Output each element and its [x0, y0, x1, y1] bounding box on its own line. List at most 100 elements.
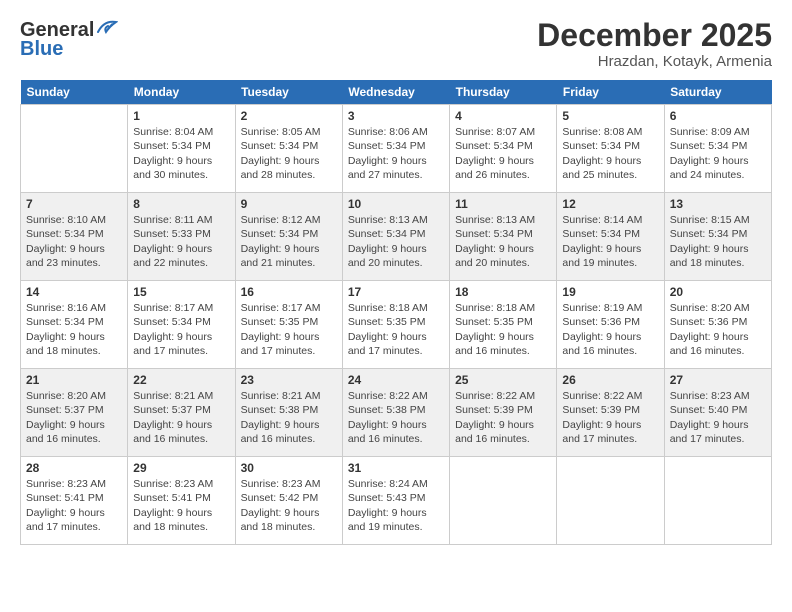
day-info: Sunrise: 8:21 AMSunset: 5:37 PMDaylight:…	[133, 389, 229, 446]
day-info: Sunrise: 8:18 AMSunset: 5:35 PMDaylight:…	[455, 301, 551, 358]
calendar-cell: 5 Sunrise: 8:08 AMSunset: 5:34 PMDaylight…	[557, 105, 664, 193]
calendar-cell: 28 Sunrise: 8:23 AMSunset: 5:41 PMDayligh…	[21, 457, 128, 545]
calendar-cell	[557, 457, 664, 545]
calendar-cell: 7Sunrise: 8:10 AMSunset: 5:34 PMDaylight…	[21, 193, 128, 281]
calendar-week-2: 14 Sunrise: 8:16 AMSunset: 5:34 PMDayligh…	[21, 281, 772, 369]
day-info: Sunrise: 8:22 AMSunset: 5:39 PMDaylight:…	[455, 389, 551, 446]
calendar-week-0: 1 Sunrise: 8:04 AMSunset: 5:34 PMDaylight…	[21, 105, 772, 193]
day-number: 19	[562, 285, 658, 299]
calendar-week-1: 7Sunrise: 8:10 AMSunset: 5:34 PMDaylight…	[21, 193, 772, 281]
calendar-cell: 14 Sunrise: 8:16 AMSunset: 5:34 PMDayligh…	[21, 281, 128, 369]
day-number: 22	[133, 373, 229, 387]
day-number: 8	[133, 197, 229, 211]
day-info: Sunrise: 8:20 AMSunset: 5:36 PMDaylight:…	[670, 301, 766, 358]
calendar-cell: 18 Sunrise: 8:18 AMSunset: 5:35 PMDayligh…	[450, 281, 557, 369]
day-info: Sunrise: 8:23 AMSunset: 5:40 PMDaylight:…	[670, 389, 766, 446]
day-number: 1	[133, 109, 229, 123]
calendar-cell: 13 Sunrise: 8:15 AMSunset: 5:34 PMDayligh…	[664, 193, 771, 281]
day-number: 21	[26, 373, 122, 387]
calendar-cell: 8Sunrise: 8:11 AMSunset: 5:33 PMDaylight…	[128, 193, 235, 281]
day-number: 26	[562, 373, 658, 387]
day-info: Sunrise: 8:07 AMSunset: 5:34 PMDaylight:…	[455, 125, 551, 182]
calendar-cell: 16 Sunrise: 8:17 AMSunset: 5:35 PMDayligh…	[235, 281, 342, 369]
calendar-cell: 20 Sunrise: 8:20 AMSunset: 5:36 PMDayligh…	[664, 281, 771, 369]
weekday-header-friday: Friday	[557, 80, 664, 105]
calendar-cell: 24 Sunrise: 8:22 AMSunset: 5:38 PMDayligh…	[342, 369, 449, 457]
weekday-header-monday: Monday	[128, 80, 235, 105]
day-number: 17	[348, 285, 444, 299]
month-title: December 2025	[537, 18, 772, 53]
calendar-cell: 27 Sunrise: 8:23 AMSunset: 5:40 PMDayligh…	[664, 369, 771, 457]
calendar-cell	[21, 105, 128, 193]
day-info: Sunrise: 8:09 AMSunset: 5:34 PMDaylight:…	[670, 125, 766, 182]
day-info: Sunrise: 8:22 AMSunset: 5:38 PMDaylight:…	[348, 389, 444, 446]
day-info: Sunrise: 8:04 AMSunset: 5:34 PMDaylight:…	[133, 125, 229, 182]
calendar-cell: 17 Sunrise: 8:18 AMSunset: 5:35 PMDayligh…	[342, 281, 449, 369]
calendar-header-row: SundayMondayTuesdayWednesdayThursdayFrid…	[21, 80, 772, 105]
day-number: 13	[670, 197, 766, 211]
calendar-cell: 11 Sunrise: 8:13 AMSunset: 5:34 PMDayligh…	[450, 193, 557, 281]
day-info: Sunrise: 8:21 AMSunset: 5:38 PMDaylight:…	[241, 389, 337, 446]
weekday-header-wednesday: Wednesday	[342, 80, 449, 105]
day-number: 24	[348, 373, 444, 387]
day-number: 18	[455, 285, 551, 299]
day-info: Sunrise: 8:20 AMSunset: 5:37 PMDaylight:…	[26, 389, 122, 446]
day-number: 3	[348, 109, 444, 123]
day-number: 5	[562, 109, 658, 123]
calendar-cell: 26 Sunrise: 8:22 AMSunset: 5:39 PMDayligh…	[557, 369, 664, 457]
day-info: Sunrise: 8:15 AMSunset: 5:34 PMDaylight:…	[670, 213, 766, 270]
calendar-cell: 22 Sunrise: 8:21 AMSunset: 5:37 PMDayligh…	[128, 369, 235, 457]
logo-blue: Blue	[20, 38, 63, 61]
day-info: Sunrise: 8:13 AMSunset: 5:34 PMDaylight:…	[455, 213, 551, 270]
logo: General Blue	[20, 18, 118, 61]
day-number: 14	[26, 285, 122, 299]
day-info: Sunrise: 8:12 AMSunset: 5:34 PMDaylight:…	[241, 213, 337, 270]
calendar-cell	[664, 457, 771, 545]
day-info: Sunrise: 8:22 AMSunset: 5:39 PMDaylight:…	[562, 389, 658, 446]
header: General Blue December 2025 Hrazdan, Kota…	[20, 18, 772, 70]
day-number: 25	[455, 373, 551, 387]
calendar-cell: 1 Sunrise: 8:04 AMSunset: 5:34 PMDaylight…	[128, 105, 235, 193]
calendar-week-3: 21 Sunrise: 8:20 AMSunset: 5:37 PMDayligh…	[21, 369, 772, 457]
day-number: 31	[348, 461, 444, 475]
calendar-cell: 15 Sunrise: 8:17 AMSunset: 5:34 PMDayligh…	[128, 281, 235, 369]
day-number: 16	[241, 285, 337, 299]
day-number: 15	[133, 285, 229, 299]
day-number: 2	[241, 109, 337, 123]
day-number: 11	[455, 197, 551, 211]
day-info: Sunrise: 8:18 AMSunset: 5:35 PMDaylight:…	[348, 301, 444, 358]
day-number: 12	[562, 197, 658, 211]
day-number: 23	[241, 373, 337, 387]
day-number: 20	[670, 285, 766, 299]
day-number: 9	[241, 197, 337, 211]
day-info: Sunrise: 8:13 AMSunset: 5:34 PMDaylight:…	[348, 213, 444, 270]
weekday-header-sunday: Sunday	[21, 80, 128, 105]
calendar-cell: 2 Sunrise: 8:05 AMSunset: 5:34 PMDaylight…	[235, 105, 342, 193]
calendar-cell: 3Sunrise: 8:06 AMSunset: 5:34 PMDaylight…	[342, 105, 449, 193]
day-info: Sunrise: 8:24 AMSunset: 5:43 PMDaylight:…	[348, 477, 444, 534]
calendar: SundayMondayTuesdayWednesdayThursdayFrid…	[20, 80, 772, 545]
day-number: 30	[241, 461, 337, 475]
weekday-header-saturday: Saturday	[664, 80, 771, 105]
calendar-cell: 19Sunrise: 8:19 AMSunset: 5:36 PMDayligh…	[557, 281, 664, 369]
day-info: Sunrise: 8:17 AMSunset: 5:35 PMDaylight:…	[241, 301, 337, 358]
calendar-cell: 25 Sunrise: 8:22 AMSunset: 5:39 PMDayligh…	[450, 369, 557, 457]
day-info: Sunrise: 8:17 AMSunset: 5:34 PMDaylight:…	[133, 301, 229, 358]
weekday-header-tuesday: Tuesday	[235, 80, 342, 105]
day-info: Sunrise: 8:23 AMSunset: 5:42 PMDaylight:…	[241, 477, 337, 534]
calendar-cell: 30 Sunrise: 8:23 AMSunset: 5:42 PMDayligh…	[235, 457, 342, 545]
day-info: Sunrise: 8:08 AMSunset: 5:34 PMDaylight:…	[562, 125, 658, 182]
day-number: 7	[26, 197, 122, 211]
day-number: 27	[670, 373, 766, 387]
calendar-cell: 23 Sunrise: 8:21 AMSunset: 5:38 PMDayligh…	[235, 369, 342, 457]
day-number: 6	[670, 109, 766, 123]
page: General Blue December 2025 Hrazdan, Kota…	[0, 0, 792, 612]
day-info: Sunrise: 8:23 AMSunset: 5:41 PMDaylight:…	[26, 477, 122, 534]
logo-bird-icon	[96, 18, 118, 42]
day-info: Sunrise: 8:05 AMSunset: 5:34 PMDaylight:…	[241, 125, 337, 182]
title-block: December 2025 Hrazdan, Kotayk, Armenia	[537, 18, 772, 70]
day-info: Sunrise: 8:16 AMSunset: 5:34 PMDaylight:…	[26, 301, 122, 358]
day-number: 28	[26, 461, 122, 475]
calendar-cell	[450, 457, 557, 545]
day-number: 29	[133, 461, 229, 475]
